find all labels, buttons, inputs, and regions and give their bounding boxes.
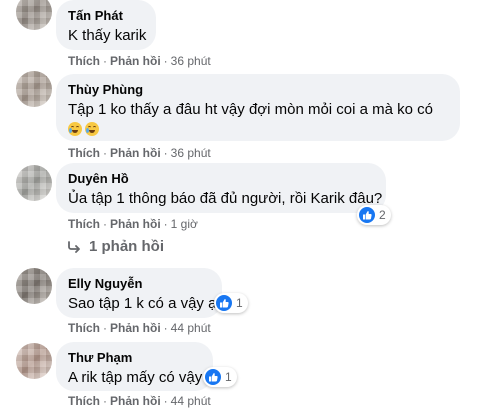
comment-actions: Thích · Phản hồi · 36 phút	[68, 54, 211, 68]
avatar[interactable]	[16, 165, 52, 201]
reaction-count: 2	[379, 208, 386, 222]
timestamp[interactable]: 36 phút	[171, 146, 211, 160]
like-button[interactable]: Thích	[68, 54, 100, 68]
reaction-summary[interactable]: 1	[214, 293, 248, 313]
comment-actions: Thích · Phản hồi · 1 giờ	[68, 217, 198, 231]
like-icon	[359, 207, 375, 223]
timestamp[interactable]: 36 phút	[171, 54, 211, 68]
comment-author[interactable]: Thùy Phùng	[68, 82, 448, 98]
crying-face-icon	[68, 122, 82, 136]
timestamp[interactable]: 1 giờ	[171, 217, 198, 231]
reaction-summary[interactable]: 2	[357, 205, 391, 225]
avatar[interactable]	[16, 343, 52, 379]
reply-button[interactable]: Phản hồi	[110, 394, 161, 408]
reaction-count: 1	[225, 370, 232, 384]
replies-count-label[interactable]: 1 phản hồi	[89, 238, 164, 255]
comment-actions: Thích · Phản hồi · 44 phút	[68, 394, 211, 408]
emoji-row	[68, 122, 448, 139]
comment-text: Ủa tập 1 thông báo đã đủ người, rồi Kari…	[68, 190, 383, 207]
comment-bubble: Duyên Hồ Ủa tập 1 thông báo đã đủ người,…	[56, 163, 386, 213]
comment-text: Tập 1 ko thấy a đâu ht vậy đợi mòn mỏi c…	[68, 101, 434, 118]
like-icon	[216, 295, 232, 311]
comment-author[interactable]: Tấn Phát	[68, 8, 144, 24]
comment-author[interactable]: Duyên Hồ	[68, 171, 374, 187]
comment-text: Sao tập 1 k có a vậy ạ	[68, 295, 217, 312]
like-button[interactable]: Thích	[68, 321, 100, 335]
reply-button[interactable]: Phản hồi	[110, 321, 161, 335]
like-button[interactable]: Thích	[68, 146, 100, 160]
timestamp[interactable]: 44 phút	[171, 394, 211, 408]
reply-arrow-icon	[68, 240, 80, 253]
avatar[interactable]	[16, 0, 52, 30]
avatar[interactable]	[16, 268, 52, 304]
comment-text: A rik tập mấy có vậy	[68, 369, 203, 386]
timestamp[interactable]: 44 phút	[171, 321, 211, 335]
comment-actions: Thích · Phản hồi · 44 phút	[68, 321, 211, 335]
comment-bubble: Elly Nguyễn Sao tập 1 k có a vậy ạ	[56, 268, 222, 318]
comment-bubble: Thư Phạm A rik tập mấy có vậy	[56, 342, 213, 391]
reply-button[interactable]: Phản hồi	[110, 217, 161, 231]
reaction-count: 1	[236, 296, 243, 310]
comment-actions: Thích · Phản hồi · 36 phút	[68, 146, 211, 160]
reaction-summary[interactable]: 1	[203, 367, 237, 387]
crying-face-icon	[85, 122, 99, 136]
comment-bubble: Thùy Phùng Tập 1 ko thấy a đâu ht vậy đợ…	[56, 74, 460, 141]
like-button[interactable]: Thích	[68, 217, 100, 231]
avatar[interactable]	[16, 71, 52, 107]
reply-button[interactable]: Phản hồi	[110, 54, 161, 68]
comment-text: K thấy karik	[68, 27, 147, 44]
comment-bubble: Tấn Phát K thấy karik	[56, 0, 156, 50]
like-icon	[205, 369, 221, 385]
comment-author[interactable]: Thư Phạm	[68, 350, 201, 366]
like-button[interactable]: Thích	[68, 394, 100, 408]
view-replies-link[interactable]: 1 phản hồi	[67, 238, 164, 255]
reply-button[interactable]: Phản hồi	[110, 146, 161, 160]
comment-author[interactable]: Elly Nguyễn	[68, 276, 210, 292]
